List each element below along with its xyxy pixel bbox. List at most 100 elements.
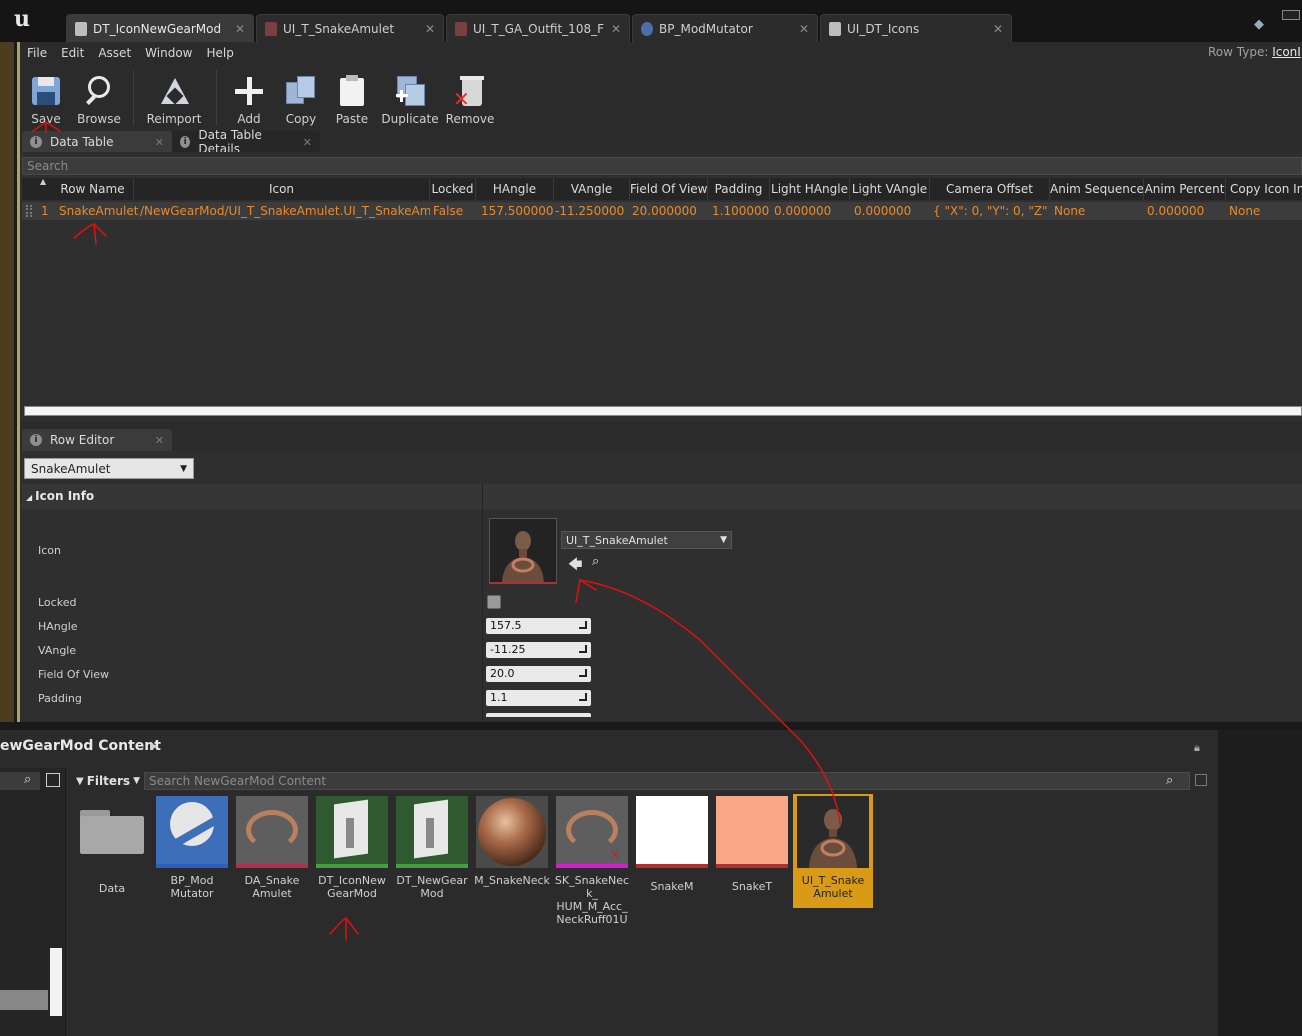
column-header-hangle[interactable]: HAngle (476, 178, 554, 200)
close-icon[interactable]: ✕ (611, 22, 621, 36)
menu-file[interactable]: File (20, 46, 54, 60)
path-chevron-right-icon[interactable]: ▶ (150, 741, 158, 752)
content-search-input[interactable]: Search NewGearMod Content (144, 772, 1190, 790)
paste-button[interactable]: Paste (332, 68, 372, 126)
menu-edit[interactable]: Edit (54, 46, 91, 60)
asset-ui-t-snakeamulet[interactable]: UI_T_Snake Amulet (793, 794, 873, 908)
copy-button[interactable]: Copy (280, 68, 322, 126)
horizontal-scrollbar[interactable] (24, 406, 1302, 416)
padding-field[interactable]: 1.1 (486, 690, 591, 706)
close-icon[interactable]: ✕ (145, 434, 164, 447)
close-icon[interactable]: ✕ (993, 22, 1003, 36)
duplicate-button[interactable]: Duplicate (381, 68, 439, 126)
column-header-locked[interactable]: Locked (430, 178, 476, 200)
icon-asset-picker[interactable]: UI_T_SnakeAmulet ▼ (561, 531, 732, 549)
column-header-vangle[interactable]: VAngle (554, 178, 630, 200)
close-icon[interactable]: ✕ (235, 22, 245, 36)
row-select-dropdown[interactable]: SnakeAmulet ▼ (24, 458, 194, 479)
minimize-button[interactable] (1282, 10, 1300, 20)
tab-row-editor[interactable]: i Row Editor ✕ (22, 429, 172, 451)
row-type-link[interactable]: IconI (1272, 45, 1301, 59)
category-header[interactable] (22, 484, 1302, 510)
remove-button[interactable]: ✕ Remove (446, 68, 494, 126)
column-header-anim-sequence[interactable]: Anim Sequence (1050, 178, 1144, 200)
save-label: Save (31, 112, 61, 126)
menu-asset[interactable]: Asset (91, 46, 138, 60)
column-header-fov[interactable]: Field Of View (630, 178, 708, 200)
tab-ui-t-snakeamulet[interactable]: UI_T_SnakeAmulet ✕ (256, 14, 444, 42)
data-table-search-input[interactable]: Search (22, 157, 1302, 175)
close-icon[interactable]: ✕ (425, 22, 435, 36)
asset-snakem[interactable]: SnakeM (634, 796, 710, 893)
locked-checkbox[interactable] (487, 595, 501, 609)
browse-button[interactable]: Browse (76, 68, 122, 126)
asset-dt-iconnewgearmod[interactable]: DT_IconNew GearMod (314, 796, 390, 900)
column-header-light-hangle[interactable]: Light HAngle (770, 178, 850, 200)
add-button[interactable]: Add (230, 68, 268, 126)
asset-dt-newgearmod[interactable]: DT_NewGear Mod (394, 796, 470, 900)
column-header-camera-offset[interactable]: Camera Offset (930, 178, 1050, 200)
reimport-icon (157, 74, 191, 108)
list-view-icon[interactable] (46, 773, 60, 787)
tab-ui-dt-icons[interactable]: UI_DT_Icons ✕ (820, 14, 1012, 42)
tab-data-table[interactable]: i Data Table ✕ (22, 131, 172, 153)
save-search-icon[interactable] (1195, 774, 1207, 786)
asset-m-snakeneck[interactable]: M_SnakeNeck (474, 796, 550, 887)
column-header-light-vangle[interactable]: Light VAngle (850, 178, 930, 200)
prop-label-locked: Locked (38, 596, 77, 609)
asset-sk-snakeneck[interactable]: ✕ SK_SnakeNeck_ HUM_M_Acc_ NeckRuff01U (554, 796, 630, 926)
icon-thumbnail[interactable] (489, 518, 557, 584)
table-header: ▲ Row Name Icon Locked HAngle VAngle Fie… (22, 177, 1302, 200)
asset-name: SnakeM (650, 880, 694, 893)
asset-bp-modmutator[interactable]: BP_Mod Mutator (154, 796, 230, 900)
vangle-field[interactable]: -11.25 (486, 642, 591, 658)
column-header-icon[interactable]: Icon (134, 178, 430, 200)
drag-handle-icon[interactable] (26, 205, 32, 217)
asset-data-folder[interactable]: Data (74, 796, 150, 895)
column-divider[interactable] (482, 484, 483, 720)
fov-value: 20.0 (490, 667, 515, 680)
tab-dt-iconnewgearmod[interactable]: DT_IconNewGearMod ✕ (66, 14, 254, 42)
table-row[interactable]: 1 SnakeAmulet /NewGearMod/UI_T_SnakeAmul… (22, 202, 1302, 220)
asset-snaket[interactable]: SnakeT (714, 796, 790, 893)
category-icon-info[interactable]: ◢ Icon Info (26, 489, 94, 503)
tab-bp-modmutator[interactable]: BP_ModMutator ✕ (632, 14, 818, 42)
close-icon[interactable]: ✕ (799, 22, 809, 36)
folder-search-input[interactable] (0, 772, 40, 790)
vertical-scrollbar[interactable] (50, 948, 62, 1016)
use-selected-arrow-icon[interactable]: 🡄 (568, 554, 582, 578)
tab-ui-t-ga-outfit[interactable]: UI_T_GA_Outfit_108_F ✕ (446, 14, 630, 42)
hangle-field[interactable]: 157.5 (486, 618, 591, 634)
chevron-down-icon: ▼ (133, 776, 140, 786)
menu-help[interactable]: Help (199, 46, 240, 60)
asset-da-snakeamulet[interactable]: DA_Snake Amulet (234, 796, 310, 900)
column-header-padding[interactable]: Padding (708, 178, 770, 200)
fov-field[interactable]: 20.0 (486, 666, 591, 682)
filters-button[interactable]: ▼ Filters ▼ (76, 772, 140, 790)
lock-icon[interactable]: 🔒︎ (1194, 741, 1206, 754)
asset-name: Data (98, 882, 126, 895)
cube-icon[interactable]: ◆ (1254, 17, 1268, 32)
tab-data-table-details[interactable]: i Data Table Details ✕ (172, 128, 320, 156)
toolbar-separator (216, 70, 217, 126)
tab-label: Row Editor (50, 433, 115, 447)
texture-icon (265, 21, 277, 36)
close-icon[interactable]: ✕ (293, 136, 312, 149)
cell-locked: False (433, 204, 464, 218)
info-icon: i (30, 434, 42, 446)
search-icon[interactable]: ⌕ (24, 772, 31, 787)
browse-magnifier-icon[interactable]: ⌕ (592, 554, 599, 569)
reimport-button[interactable]: Reimport (146, 68, 202, 126)
unreal-logo-icon[interactable]: u (14, 6, 40, 32)
close-icon[interactable]: ✕ (145, 136, 164, 149)
cell-padding: 1.100000 (712, 204, 770, 218)
save-button[interactable]: Save (26, 68, 66, 126)
column-header-row-name[interactable]: Row Name (52, 178, 134, 200)
menu-window[interactable]: Window (138, 46, 199, 60)
column-header-copy-icon-info[interactable]: Copy Icon Info (1226, 178, 1302, 200)
prop-label-vangle: VAngle (38, 644, 77, 657)
content-path[interactable]: ewGearMod Content (0, 738, 161, 754)
folder-tree-selection[interactable] (0, 990, 48, 1010)
search-icon[interactable]: ⌕ (1166, 773, 1173, 788)
column-header-anim-percent[interactable]: Anim Percent (1144, 178, 1226, 200)
